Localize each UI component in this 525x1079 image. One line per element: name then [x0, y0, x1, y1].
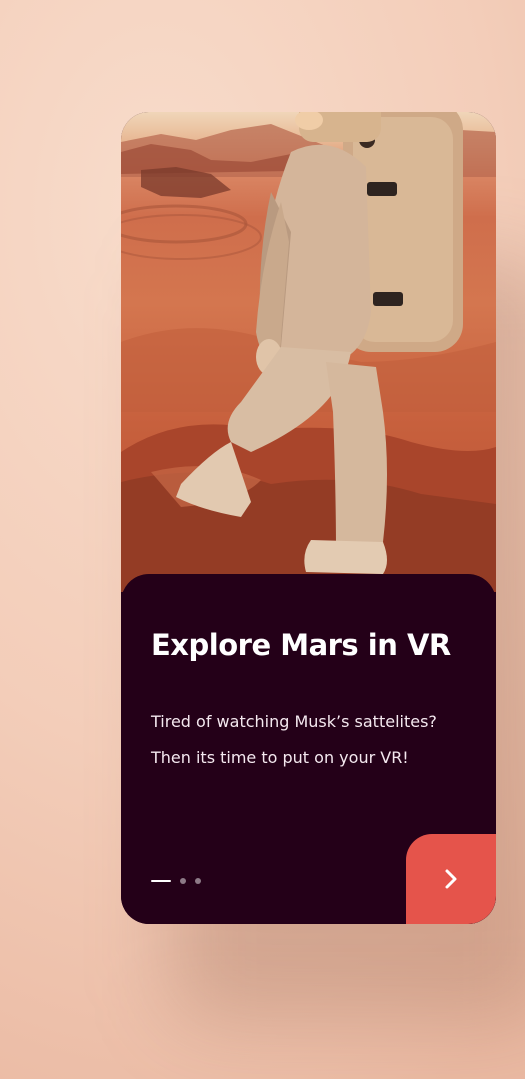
description-line-2: Then its time to put on your VR! [151, 748, 409, 767]
pagination-indicator [151, 877, 201, 885]
page-dot[interactable] [180, 878, 186, 884]
onboarding-title: Explore Mars in VR [151, 628, 451, 662]
mars-astronaut-illustration [121, 112, 496, 592]
description-line-1: Tired of watching Musk’s sattelites? [151, 712, 437, 731]
next-button[interactable] [406, 834, 496, 924]
onboarding-card: Explore Mars in VR Tired of watching Mus… [121, 112, 496, 924]
page-dot-active[interactable] [151, 880, 171, 882]
onboarding-description: Tired of watching Musk’s sattelites? The… [151, 704, 471, 776]
chevron-right-icon [445, 869, 457, 889]
content-panel: Explore Mars in VR Tired of watching Mus… [121, 574, 496, 924]
hero-image-mars-astronaut [121, 112, 496, 592]
page-dot[interactable] [195, 878, 201, 884]
